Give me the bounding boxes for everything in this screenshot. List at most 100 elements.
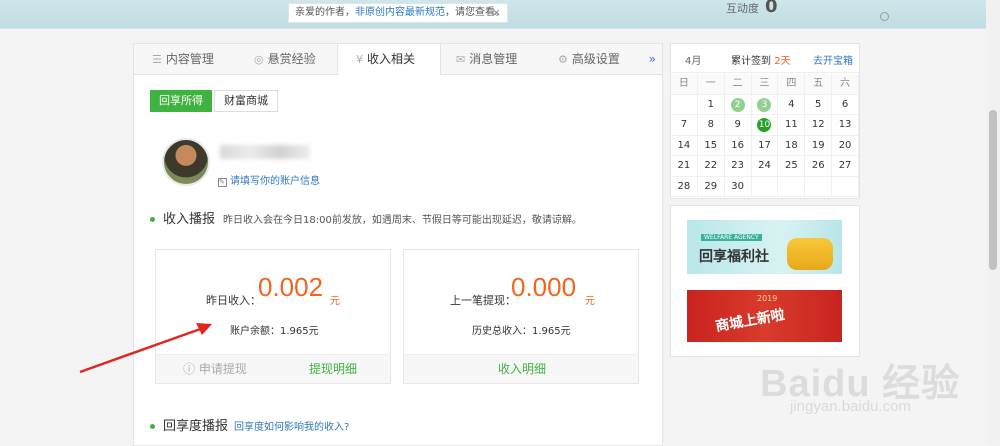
calendar-day[interactable]: 27: [832, 156, 859, 177]
fill-account-info-link[interactable]: ✎ 请填写你的账户信息: [218, 172, 320, 187]
calendar-day: [751, 176, 779, 197]
calendar-day[interactable]: 5: [805, 94, 833, 115]
card-footer: 收入明细: [404, 354, 638, 383]
calendar-day[interactable]: 16: [724, 135, 752, 156]
sign-in-calendar: 4月 累计签到 2天 去开宝箱 日一二三四五六 1 2 3 4 5 6 7 8 9 10 11 12 13…: [670, 43, 860, 199]
apply-withdraw-button[interactable]: ⓘ 申请提现: [156, 355, 274, 383]
calendar-day[interactable]: 15: [697, 135, 725, 156]
calendar-weekday: 四: [778, 74, 806, 95]
income-broadcast-heading: 收入播报 昨日收入会在今日18:00前发放，如遇周末、节假日等可能出现延迟，敬请谅…: [150, 208, 582, 227]
share-broadcast-heading: 回享度播报 回享度如何影响我的收入?: [150, 415, 349, 434]
edit-icon: ✎: [218, 178, 227, 187]
calendar-day[interactable]: 9: [724, 115, 752, 136]
welfare-title: 回享福利社: [699, 249, 769, 265]
welfare-tag: WELFARE AGENCY: [701, 234, 762, 241]
calendar-day[interactable]: 30: [724, 176, 752, 197]
calendar-day[interactable]: 1: [697, 94, 725, 115]
yesterday-income-card: 昨日收入： 0.002 元 账户余额：1.965元 ⓘ 申请提现 提现明细: [155, 249, 391, 384]
watermark-url: jingyan.baidu.com: [790, 398, 911, 415]
calendar-day[interactable]: 6: [832, 94, 859, 115]
tab-label: 高级设置: [571, 52, 620, 66]
calendar-day[interactable]: 11: [778, 115, 806, 136]
tab-more-button[interactable]: »: [649, 44, 656, 74]
calendar-day[interactable]: 7: [671, 115, 698, 136]
promo-banners: WELFARE AGENCY 回享福利社 2019 商城上新啦: [670, 205, 860, 357]
welfare-banner[interactable]: WELFARE AGENCY 回享福利社: [687, 220, 842, 274]
calendar-week-row: 21 22 23 24 25 26 27: [671, 156, 859, 177]
calendar-day[interactable]: 28: [671, 176, 698, 197]
last-withdraw-card: 上一笔提现： 0.000 元 历史总收入：1.965元 收入明细: [403, 249, 639, 384]
section-title: 回享度播报: [163, 419, 229, 434]
calendar-day[interactable]: 24: [751, 156, 779, 177]
withdraw-detail-button[interactable]: 提现明细: [274, 355, 392, 383]
income-detail-button[interactable]: 收入明细: [404, 355, 640, 383]
top-banner: 亲爱的作者，非原创内容最新规范，请您查看。 × 互动度 0: [0, 0, 1000, 29]
calendar-day[interactable]: 25: [778, 156, 806, 177]
mail-icon: ✉: [456, 53, 466, 66]
gold-coins-image: [787, 238, 833, 270]
calendar-day[interactable]: 23: [724, 156, 752, 177]
tab-bounty[interactable]: ◎ 悬赏经验: [254, 44, 316, 74]
calendar-week-row: 28 29 30: [671, 176, 859, 197]
today-marker: 10: [757, 118, 772, 132]
notice-bar: 亲爱的作者，非原创内容最新规范，请您查看。 ×: [288, 3, 508, 23]
calendar-weekday: 六: [832, 74, 859, 95]
open-treasure-box-link[interactable]: 去开宝箱: [813, 52, 853, 67]
calendar-weekday: 五: [805, 74, 833, 95]
account-balance: 账户余额：1.965元: [230, 326, 319, 337]
calendar-day: [832, 176, 859, 197]
notice-prefix: 亲爱的作者，: [295, 7, 355, 18]
tab-bar: ☰ 内容管理 ◎ 悬赏经验 ¥ 收入相关 ✉ 消息管理 ⚙ 高级设置 »: [134, 44, 662, 75]
info-icon: ⓘ: [183, 362, 199, 376]
tab-label: 内容管理: [165, 52, 214, 66]
scrollbar[interactable]: [986, 0, 1000, 444]
calendar-day[interactable]: 21: [671, 156, 698, 177]
last-withdraw-unit: 元: [585, 296, 595, 307]
tab-label: 消息管理: [469, 52, 518, 66]
calendar-day[interactable]: 13: [832, 115, 859, 136]
calendar-month: 4月: [685, 56, 702, 67]
calendar-day[interactable]: 17: [751, 135, 779, 156]
calendar-day[interactable]: 2: [724, 94, 752, 115]
calendar-week-row: 14 15 16 17 18 19 20: [671, 135, 859, 156]
yesterday-income-value: 0.002: [258, 272, 324, 302]
last-withdraw-label: 上一笔提现：: [450, 294, 516, 307]
card-footer: ⓘ 申请提现 提现明细: [156, 354, 390, 383]
calendar-day[interactable]: 20: [832, 135, 859, 156]
mall-year: 2019: [757, 294, 778, 303]
yen-icon: ¥: [356, 53, 363, 66]
calendar-week-row: 123456: [671, 94, 859, 115]
calendar-day[interactable]: 8: [697, 115, 725, 136]
calendar-day[interactable]: 18: [778, 135, 806, 156]
subtab-shared-income[interactable]: 回享所得: [150, 90, 212, 112]
tab-advanced-settings[interactable]: ⚙ 高级设置: [558, 44, 620, 74]
calendar-day: [805, 176, 833, 197]
main-panel: ☰ 内容管理 ◎ 悬赏经验 ¥ 收入相关 ✉ 消息管理 ⚙ 高级设置 » 回享所得 财富商…: [133, 43, 663, 446]
calendar-day[interactable]: 29: [697, 176, 725, 197]
total-income: 历史总收入：1.965元: [472, 326, 571, 337]
calendar-day: [778, 176, 806, 197]
tab-messages[interactable]: ✉ 消息管理: [456, 44, 517, 74]
blurred-username: [220, 145, 310, 159]
mall-banner[interactable]: 2019 商城上新啦: [687, 290, 842, 342]
tab-content-manage[interactable]: ☰ 内容管理: [152, 44, 214, 74]
calendar-day[interactable]: 10: [751, 115, 779, 136]
share-degree-help-link[interactable]: 回享度如何影响我的收入?: [234, 422, 349, 433]
tab-income[interactable]: ¥ 收入相关: [337, 44, 441, 75]
calendar-day[interactable]: 12: [805, 115, 833, 136]
scrollbar-thumb[interactable]: [989, 110, 997, 270]
gear-icon: ⚙: [558, 53, 568, 66]
calendar-day[interactable]: 4: [778, 94, 806, 115]
mall-title: 商城上新啦: [714, 307, 787, 335]
close-icon[interactable]: ×: [492, 4, 501, 22]
notice-link[interactable]: 非原创内容最新规范: [355, 7, 445, 18]
calendar-day[interactable]: 3: [751, 94, 779, 115]
calendar-day[interactable]: 14: [671, 135, 698, 156]
calendar-day[interactable]: 19: [805, 135, 833, 156]
yesterday-income-label: 昨日收入：: [206, 294, 261, 307]
calendar-day[interactable]: 22: [697, 156, 725, 177]
calendar-day[interactable]: 26: [805, 156, 833, 177]
search-icon[interactable]: [880, 12, 889, 21]
subtab-wealth-mall[interactable]: 财富商城: [214, 90, 278, 112]
avatar[interactable]: [162, 138, 210, 186]
